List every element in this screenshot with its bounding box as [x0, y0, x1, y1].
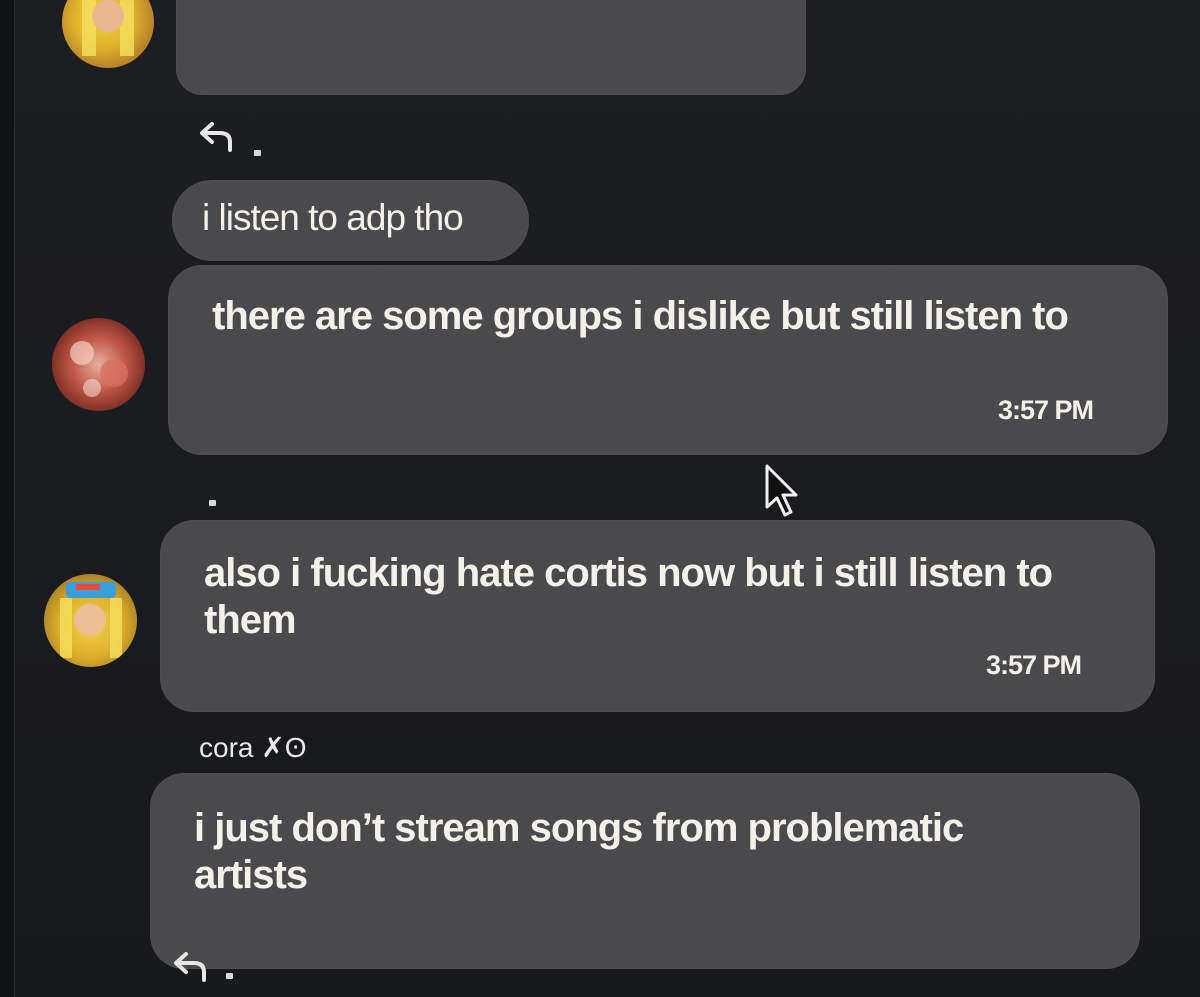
mouse-cursor-icon — [764, 463, 800, 526]
message-time-3: 3:57 PM — [986, 650, 1082, 680]
username-cora[interactable]: cora ✗ʘ — [199, 731, 307, 764]
message-text-1: i listen to adp tho — [202, 197, 464, 238]
message-text-4: i just don’t stream songs from problemat… — [194, 806, 964, 898]
message-bubble-2[interactable]: there are some groups i dislike but stil… — [168, 265, 1168, 455]
reaction-dot — [226, 973, 233, 979]
reaction-dot — [209, 500, 216, 506]
message-bubble-4[interactable]: i just don’t stream songs from problemat… — [150, 773, 1140, 969]
window-edge — [0, 0, 15, 997]
avatar-image — [60, 582, 122, 658]
message-bubble-1[interactable]: i listen to adp tho — [172, 180, 529, 261]
message-bubble-3[interactable]: also i fucking hate cortis now but i sti… — [160, 520, 1155, 712]
reaction-dot — [254, 150, 261, 156]
reply-icon[interactable] — [172, 950, 210, 987]
avatar-blonde-user-2[interactable] — [44, 574, 137, 667]
avatar-image — [82, 0, 134, 56]
message-time-2: 3:57 PM — [998, 395, 1094, 425]
avatar-image — [70, 341, 128, 397]
avatar-blonde-user[interactable] — [62, 0, 154, 68]
reply-icon[interactable] — [198, 120, 236, 157]
chat-screen: i listen to adp tho there are some group… — [0, 0, 1200, 997]
message-text-2: there are some groups i dislike but stil… — [212, 294, 1069, 338]
message-bubble-partial[interactable] — [176, 0, 806, 95]
avatar-red-user[interactable] — [52, 318, 145, 411]
message-text-3: also i fucking hate cortis now but i sti… — [204, 551, 1053, 643]
